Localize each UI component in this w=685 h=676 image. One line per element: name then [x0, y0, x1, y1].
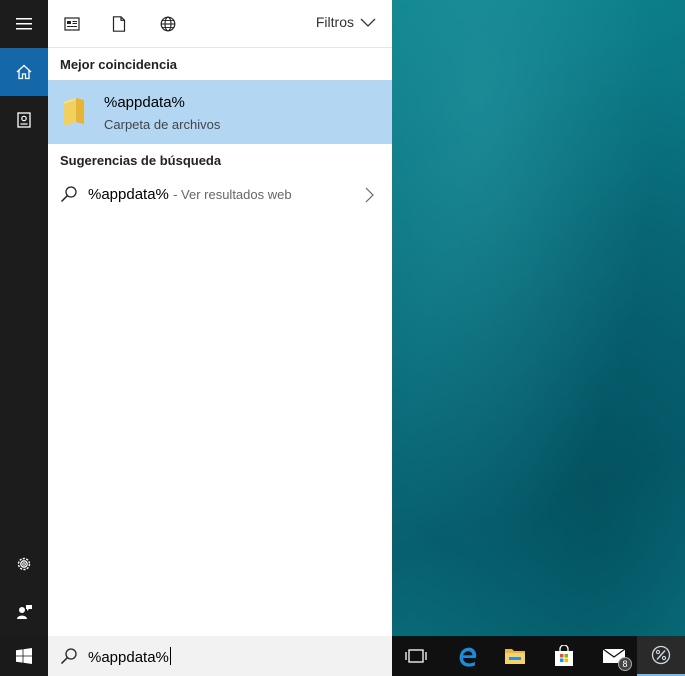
document-icon — [112, 16, 126, 32]
file-explorer-icon — [505, 649, 525, 664]
store-icon — [555, 645, 573, 666]
edge-button[interactable] — [443, 636, 491, 676]
chevron-down-icon — [360, 18, 376, 27]
percent-app-icon — [651, 645, 671, 665]
file-explorer-button[interactable] — [491, 636, 539, 676]
filters-dropdown[interactable]: Filtros — [316, 14, 376, 30]
web-suggestion-item[interactable]: %appdata% - Ver resultados web — [48, 178, 392, 212]
home-icon — [16, 64, 32, 80]
search-box[interactable]: %appdata% — [48, 636, 392, 676]
apps-icon — [64, 17, 80, 31]
search-icon — [60, 186, 77, 203]
filter-bar: Filtros — [48, 0, 392, 48]
gear-icon — [17, 557, 31, 571]
settings-button[interactable] — [0, 540, 48, 588]
notebook-button[interactable] — [0, 96, 48, 144]
start-rail — [0, 0, 48, 636]
task-view-icon — [405, 649, 427, 663]
filters-label: Filtros — [315, 14, 354, 30]
start-button[interactable] — [0, 636, 48, 676]
task-view-button[interactable] — [392, 636, 440, 676]
suggestion-query: %appdata% — [88, 186, 169, 203]
best-match-subtitle: Carpeta de archivos — [104, 117, 221, 132]
suggestion-text: %appdata% - Ver resultados web — [88, 186, 292, 203]
best-match-header: Mejor coincidencia — [60, 57, 178, 72]
store-button[interactable] — [540, 636, 588, 676]
documents-filter-button[interactable] — [107, 12, 131, 36]
chevron-right-icon — [365, 187, 374, 203]
text-caret — [169, 647, 171, 665]
windows-logo-icon — [16, 648, 32, 664]
best-match-title: %appdata% — [104, 94, 185, 111]
feedback-icon — [17, 605, 32, 619]
suggestions-header: Sugerencias de búsqueda — [60, 153, 222, 168]
desktop-wallpaper — [392, 0, 685, 636]
web-filter-button[interactable] — [156, 12, 180, 36]
globe-icon — [160, 16, 176, 32]
mail-button[interactable]: 8 — [590, 636, 638, 676]
apps-filter-button[interactable] — [60, 12, 84, 36]
active-app-button[interactable] — [637, 636, 685, 676]
notebook-icon — [17, 112, 31, 128]
search-icon — [60, 648, 77, 665]
search-input[interactable]: %appdata% — [88, 647, 171, 666]
best-match-result[interactable]: %appdata% Carpeta de archivos — [48, 80, 392, 144]
search-input-value: %appdata% — [88, 649, 169, 666]
edge-icon — [459, 647, 477, 667]
suggestion-hint: - Ver resultados web — [173, 187, 292, 202]
mail-badge: 8 — [618, 657, 632, 671]
hamburger-menu-button[interactable] — [0, 0, 48, 48]
folder-icon — [64, 98, 84, 126]
hamburger-icon — [16, 18, 32, 30]
feedback-button[interactable] — [0, 588, 48, 636]
home-button[interactable] — [0, 48, 48, 96]
search-results-pane: Filtros Mejor coincidencia %appdata% Car… — [48, 0, 392, 636]
